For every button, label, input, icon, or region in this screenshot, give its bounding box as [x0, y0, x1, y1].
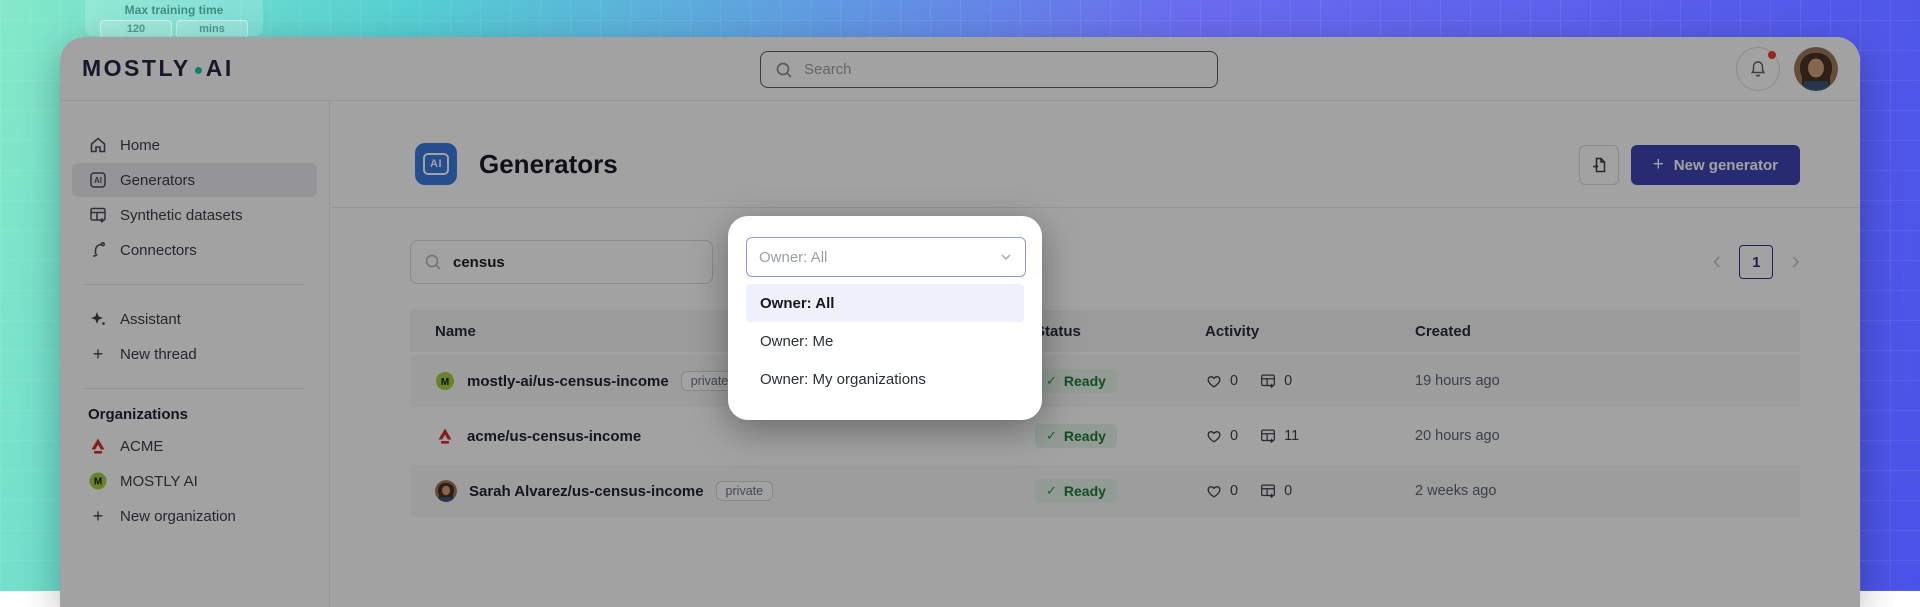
owner-filter-value: Owner: All	[759, 249, 827, 266]
ghost-unit: mins	[176, 20, 248, 38]
background-ghost-panel: Max training time 120 mins	[85, 0, 263, 36]
ghost-value: 120	[100, 20, 172, 38]
owner-filter-select[interactable]: Owner: All	[746, 237, 1026, 277]
app-window: MOSTLY AI	[60, 37, 1860, 607]
owner-filter-menu: Owner: All Owner: Me Owner: My organizat…	[746, 284, 1024, 398]
owner-filter-spotlight: Owner: All Owner: All Owner: Me Owner: M…	[728, 216, 1042, 420]
owner-option-my-organizations[interactable]: Owner: My organizations	[746, 360, 1024, 398]
chevron-down-icon	[999, 250, 1013, 264]
owner-option-me[interactable]: Owner: Me	[746, 322, 1024, 360]
ghost-label: Max training time	[85, 0, 263, 17]
owner-option-all[interactable]: Owner: All	[746, 284, 1024, 322]
